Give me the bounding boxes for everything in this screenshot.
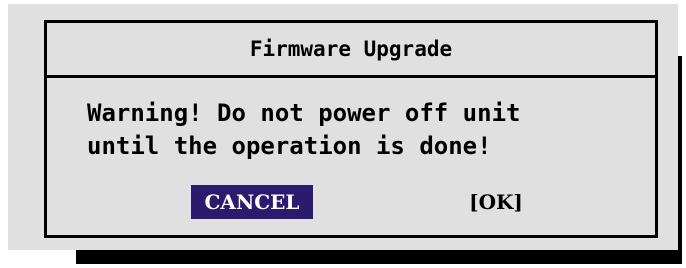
title-divider: [47, 75, 655, 78]
ok-button[interactable]: [OK]: [459, 185, 533, 219]
cancel-button[interactable]: CANCEL: [191, 185, 313, 219]
warning-line-2: until the operation is done!: [87, 132, 492, 160]
dialog-frame: Firmware Upgrade Warning! Do not power o…: [44, 20, 658, 238]
firmware-upgrade-dialog: Firmware Upgrade Warning! Do not power o…: [8, 4, 678, 250]
warning-message: Warning! Do not power off unit until the…: [87, 97, 520, 163]
warning-line-1: Warning! Do not power off unit: [87, 99, 521, 127]
screen: Firmware Upgrade Warning! Do not power o…: [0, 0, 686, 268]
dialog-title: Firmware Upgrade: [249, 37, 453, 61]
